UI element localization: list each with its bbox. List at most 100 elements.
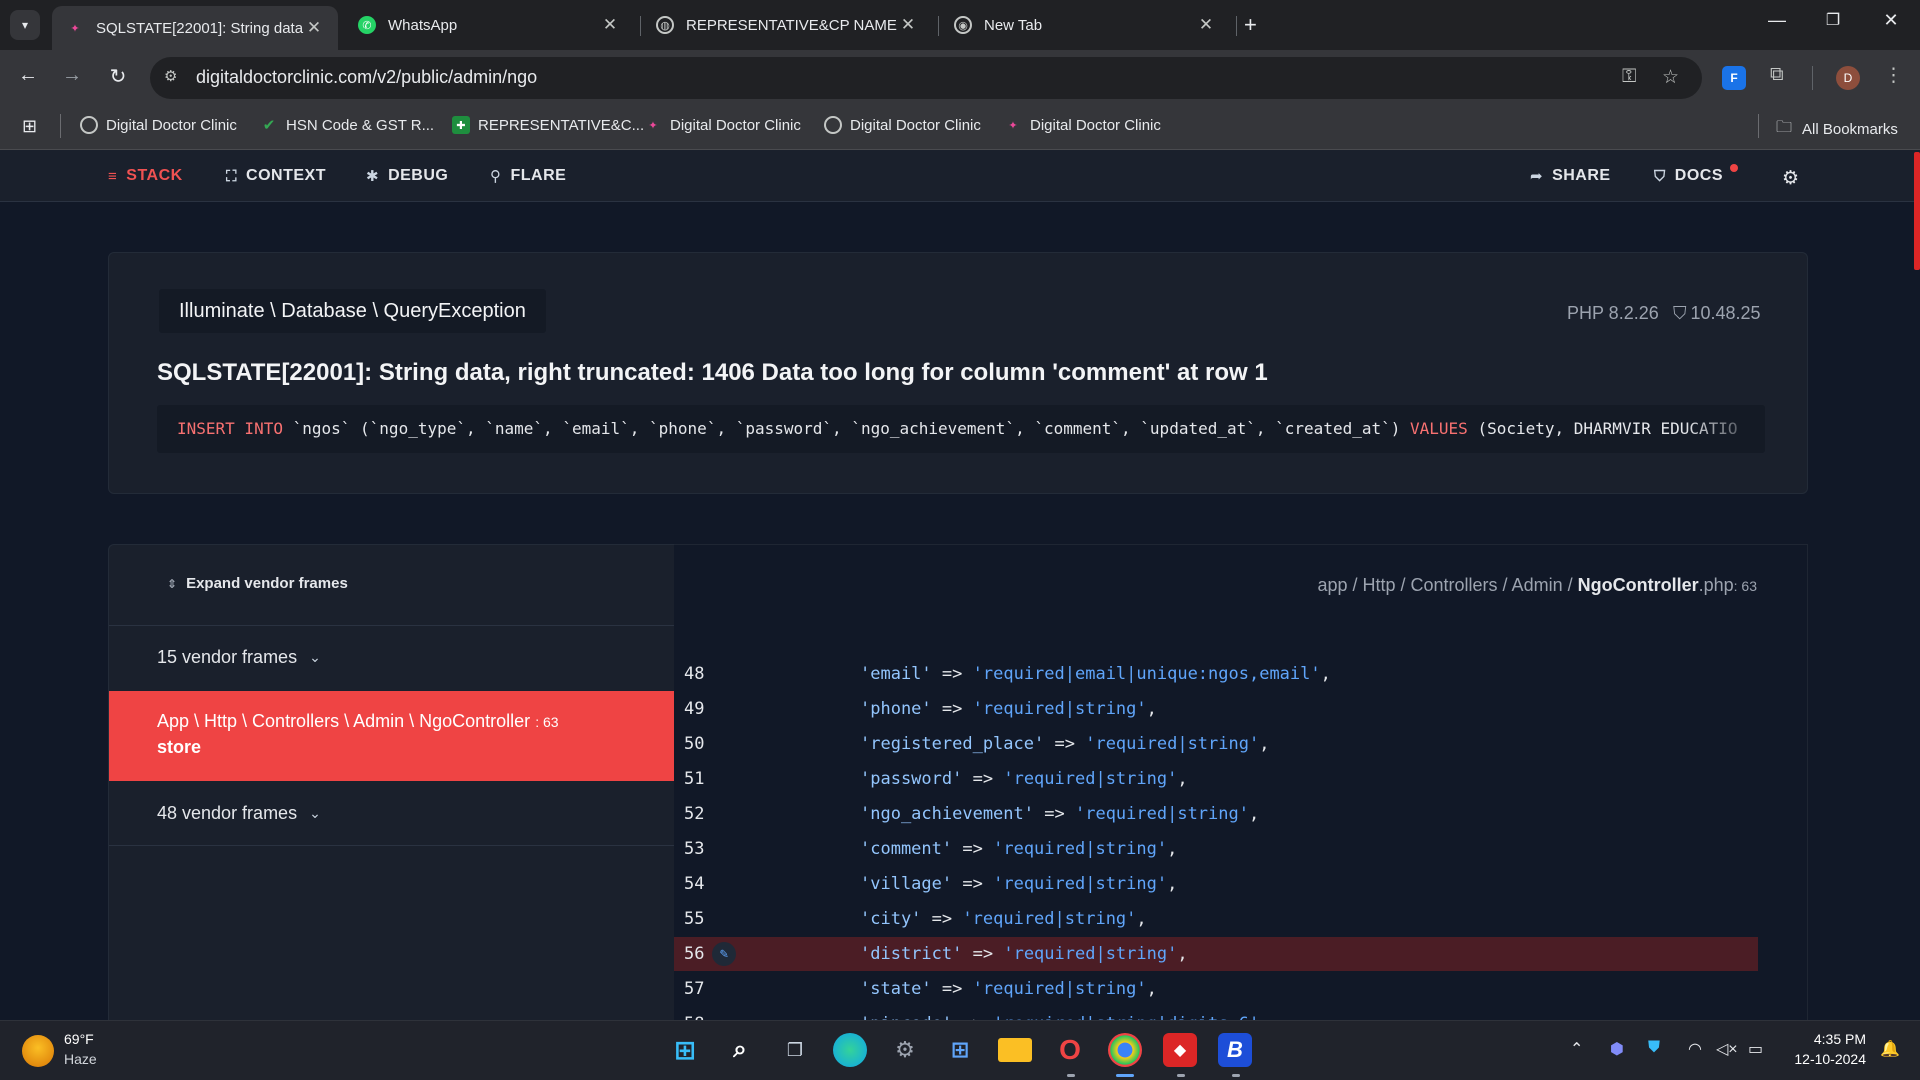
file-explorer-icon[interactable] — [998, 1038, 1032, 1062]
close-tab-icon[interactable]: ✕ — [1196, 15, 1216, 35]
bookmark-item[interactable]: Digital Doctor Clinic — [824, 116, 981, 134]
password-key-icon[interactable]: ⚿ — [1622, 66, 1636, 88]
weather-temperature[interactable]: 69°F — [64, 1031, 94, 1047]
file-path[interactable]: app / Http / Controllers / Admin / NgoCo… — [1317, 575, 1757, 596]
settings-gear-icon[interactable]: ⚙ — [888, 1033, 922, 1067]
all-bookmarks-button[interactable]: 🗀 All Bookmarks — [1776, 116, 1898, 143]
site-info-icon[interactable]: ⚙ — [164, 67, 177, 85]
wifi-icon[interactable]: ◠ — [1688, 1039, 1702, 1059]
reload-button[interactable]: ↻ — [104, 64, 132, 89]
expand-vendor-frames-button[interactable]: ⇕ Expand vendor frames — [167, 575, 348, 592]
anydesk-icon[interactable]: ◆ — [1163, 1033, 1197, 1067]
code-line[interactable]: 48 'email' => 'required|email|unique:ngos… — [674, 657, 1758, 691]
volume-muted-icon[interactable]: ◁× — [1716, 1039, 1738, 1059]
share-icon: ➦ — [1530, 168, 1544, 185]
notification-icon[interactable]: 🔔 — [1880, 1039, 1900, 1059]
code-line[interactable]: 52 'ngo_achievement' => 'required|string'… — [674, 797, 1758, 831]
nav-stack[interactable]: ≡ STACK — [108, 167, 183, 185]
code-line[interactable]: 57 'state' => 'required|string', — [674, 972, 1758, 1006]
code-line[interactable]: 50 'registered_place' => 'required|string… — [674, 727, 1758, 761]
back-button[interactable]: ← — [14, 64, 42, 87]
code-source: 'comment' => 'required|string', — [860, 839, 1177, 859]
url-text[interactable]: digitaldoctorclinic.com/v2/public/admin/… — [196, 67, 537, 88]
extension-icon[interactable]: F — [1722, 66, 1746, 90]
code-line[interactable]: 54 'village' => 'required|string', — [674, 867, 1758, 901]
teams-icon[interactable]: ⬢ — [1610, 1039, 1624, 1059]
pencil-edit-icon[interactable]: ✎ — [712, 942, 736, 966]
close-tab-icon[interactable]: ✕ — [898, 15, 918, 35]
tab-sqlstate[interactable]: ✦ SQLSTATE[22001]: String data, r ✕ — [52, 6, 338, 50]
chrome-icon[interactable] — [1108, 1033, 1142, 1067]
app-logo-icon: ✦ — [1008, 119, 1018, 132]
stack-frames-panel: ⇕ Expand vendor frames 15 vendor frames … — [108, 544, 675, 1020]
bookmark-item[interactable]: Digital Doctor Clinic — [80, 116, 237, 134]
address-bar[interactable]: ⚙ digitaldoctorclinic.com/v2/public/admi… — [150, 57, 1702, 99]
extensions-puzzle-icon[interactable]: ⧉ — [1770, 64, 1784, 86]
battery-icon[interactable]: ▭ — [1748, 1039, 1763, 1059]
tab-search-button[interactable]: ▾ — [10, 10, 40, 40]
code-arrow: => — [941, 979, 963, 999]
search-icon[interactable]: ⌕ — [723, 1033, 757, 1067]
code-line[interactable]: 56 ✎ 'district' => 'required|string', — [674, 937, 1758, 971]
more-menu-icon[interactable]: ⋮ — [1884, 64, 1903, 87]
weather-icon[interactable] — [22, 1035, 54, 1067]
chevron-up-icon[interactable]: ⌃ — [1570, 1039, 1583, 1059]
opera-icon[interactable]: O — [1053, 1033, 1087, 1067]
stack-frame-selected[interactable]: App \ Http \ Controllers \ Admin \ NgoCo… — [109, 691, 675, 781]
chevron-updown-icon: ⇕ — [167, 576, 178, 591]
minimize-button[interactable]: — — [1762, 10, 1792, 31]
sql-query-box[interactable]: INSERT INTO `ngos` (`ngo_type`, `name`, … — [157, 405, 1765, 453]
clock-date[interactable]: 12-10-2024 — [1794, 1051, 1866, 1067]
nav-docs-label: DOCS — [1674, 167, 1723, 184]
tab-representative[interactable]: ◍ REPRESENTATIVE&CP NAME ✕ — [642, 6, 932, 44]
page-scrollbar[interactable] — [1914, 152, 1920, 270]
apps-grid-icon[interactable]: ⊞ — [22, 116, 37, 137]
settings-button[interactable]: ⚙ — [1782, 167, 1800, 190]
line-number: 56 — [684, 944, 705, 964]
forward-button[interactable]: → — [58, 64, 86, 87]
globe-icon — [824, 116, 842, 134]
nav-flare[interactable]: ⚲ FLARE — [490, 167, 566, 185]
code-line[interactable]: 51 'password' => 'required|string', — [674, 762, 1758, 796]
tab-whatsapp[interactable]: ✆ WhatsApp ✕ — [344, 6, 634, 44]
nav-share-label: SHARE — [1552, 167, 1611, 184]
bookmark-item[interactable]: ✚ REPRESENTATIVE&C... — [452, 116, 644, 134]
start-windows-icon[interactable]: ⊞ — [668, 1033, 702, 1067]
close-icon: ✕ — [1883, 10, 1899, 30]
code-line[interactable]: 55 'city' => 'required|string', — [674, 902, 1758, 936]
laravel-version: 10.48.25 — [1690, 303, 1761, 323]
vendor-frames-group[interactable]: 48 vendor frames ⌄ — [157, 803, 321, 824]
security-icon[interactable]: ⛊ — [1648, 1039, 1660, 1057]
clock-time[interactable]: 4:35 PM — [1814, 1031, 1866, 1047]
bookmark-item[interactable]: ✔ HSN Code & GST R... — [260, 116, 434, 135]
b-app-icon[interactable]: B — [1218, 1033, 1252, 1067]
edge-icon[interactable] — [833, 1033, 867, 1067]
nav-share[interactable]: ➦ SHARE — [1530, 167, 1611, 185]
gear-icon: ⚙ — [1782, 168, 1800, 189]
bookmark-item[interactable]: ✦ Digital Doctor Clinic — [1004, 116, 1160, 134]
close-window-button[interactable]: ✕ — [1876, 10, 1906, 31]
new-tab-button[interactable]: + — [1244, 12, 1257, 38]
code-arrow: => — [972, 944, 994, 964]
nav-docs[interactable]: ⛉ DOCS — [1654, 167, 1723, 185]
close-tab-icon[interactable]: ✕ — [304, 18, 324, 38]
nav-context[interactable]: ⛶ CONTEXT — [226, 167, 326, 185]
store-icon[interactable]: ⊞ — [943, 1033, 977, 1067]
close-tab-icon[interactable]: ✕ — [600, 15, 620, 35]
bookmark-item[interactable]: ✦ Digital Doctor Clinic — [644, 116, 800, 134]
tab-new-tab[interactable]: ◉ New Tab ✕ — [940, 6, 1230, 44]
task-view-icon[interactable]: ❐ — [778, 1033, 812, 1067]
line-number: 52 — [684, 804, 705, 824]
restore-button[interactable]: ❐ — [1818, 10, 1848, 30]
weather-condition[interactable]: Haze — [64, 1051, 97, 1067]
nav-debug[interactable]: ✱ DEBUG — [366, 167, 448, 185]
code-line[interactable]: 53 'comment' => 'required|string', — [674, 832, 1758, 866]
frame-line: : 63 — [535, 714, 559, 730]
code-line[interactable]: 49 'phone' => 'required|string', — [674, 692, 1758, 726]
vendor-frames-group[interactable]: 15 vendor frames ⌄ — [157, 647, 321, 668]
bookmark-star-icon[interactable]: ☆ — [1662, 66, 1679, 89]
code-comma: , — [1177, 944, 1188, 964]
code-line[interactable]: 58'pincode' => 'required|string|digits:6… — [674, 1007, 1758, 1020]
profile-avatar[interactable]: D — [1836, 66, 1860, 90]
code-key: 'village' — [860, 874, 953, 894]
